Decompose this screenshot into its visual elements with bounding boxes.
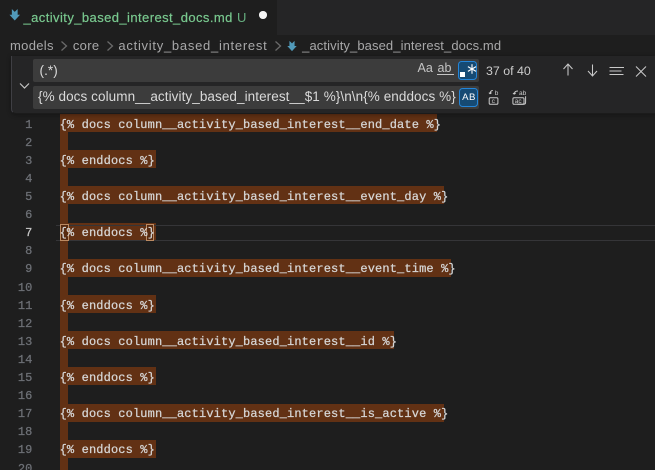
svg-text:ab: ab — [519, 90, 527, 97]
svg-text:b: b — [494, 90, 498, 97]
svg-text:ac: ac — [514, 98, 522, 105]
